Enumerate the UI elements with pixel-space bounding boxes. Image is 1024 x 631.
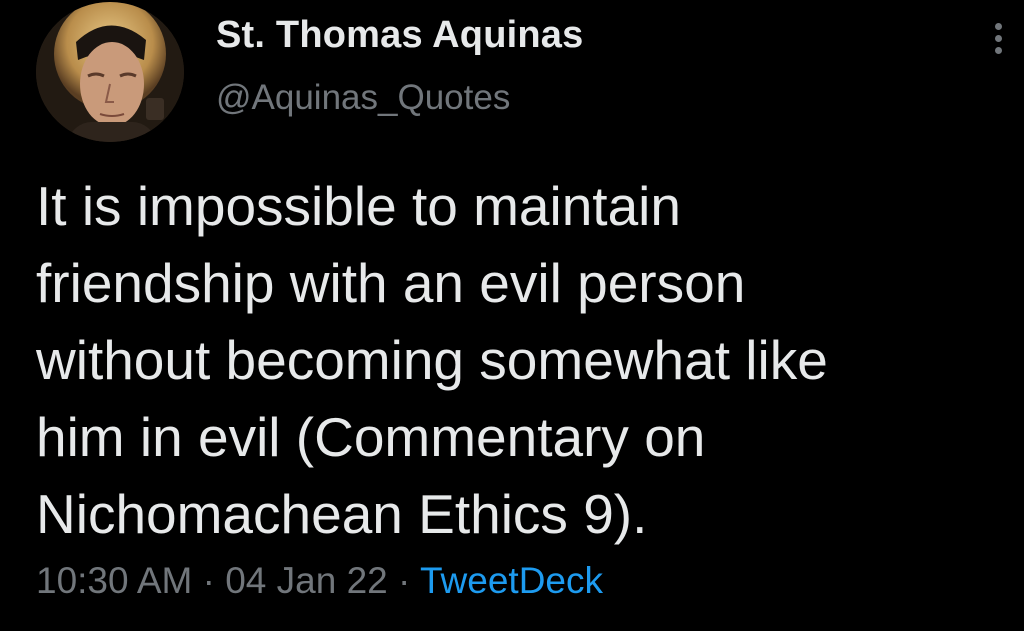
tweet-text: It is impossible to maintain friendship … — [36, 175, 828, 545]
avatar[interactable] — [36, 2, 184, 142]
tweet-source-link[interactable]: TweetDeck — [420, 560, 603, 601]
tweet-date[interactable]: 04 Jan 22 — [225, 560, 388, 601]
meta-separator: · — [202, 560, 215, 601]
meta-separator: · — [398, 560, 411, 601]
author-name[interactable]: St. Thomas Aquinas — [216, 14, 583, 57]
more-options-icon[interactable] — [984, 14, 1012, 62]
tweet-meta: 10:30 AM · 04 Jan 22 · TweetDeck — [36, 560, 603, 602]
tweet-card: St. Thomas Aquinas @Aquinas_Quotes It is… — [0, 0, 1024, 631]
more-dot — [994, 34, 1002, 42]
more-dot — [994, 22, 1002, 30]
avatar-portrait-image — [36, 2, 184, 142]
tweet-time[interactable]: 10:30 AM — [36, 560, 192, 601]
author-handle[interactable]: @Aquinas_Quotes — [216, 78, 510, 118]
more-dot — [994, 46, 1002, 54]
